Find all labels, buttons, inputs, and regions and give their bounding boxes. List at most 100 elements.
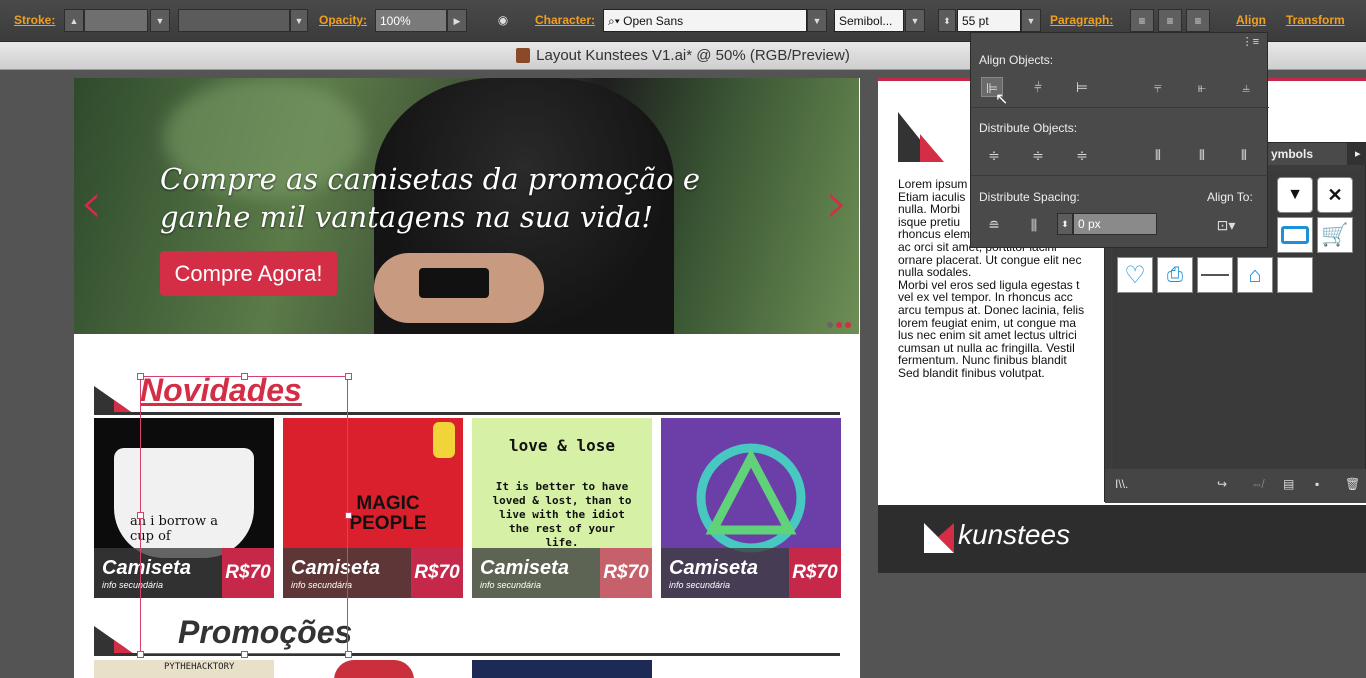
- font-size-stepper[interactable]: ⬍: [938, 9, 956, 32]
- product-info: info secundária: [669, 580, 731, 590]
- home-icon[interactable]: ⌂: [1237, 257, 1273, 293]
- carousel-dots[interactable]: [827, 322, 851, 328]
- distribute-right-icon[interactable]: ⫴: [1233, 145, 1255, 165]
- align-bottom-edge-icon[interactable]: ⫨: [1235, 77, 1257, 97]
- align-objects-label: Align Objects:: [979, 53, 1054, 67]
- panel-divider: [971, 107, 1269, 108]
- symbols-footer: [1105, 469, 1366, 503]
- selection-handle[interactable]: [345, 651, 352, 658]
- divider-symbol[interactable]: [1197, 257, 1233, 293]
- hero-headline[interactable]: Compre as camisetas da promoção e ganhe …: [160, 160, 700, 236]
- font-size-field[interactable]: 55 pt: [957, 9, 1021, 32]
- close-icon[interactable]: ✕: [1317, 177, 1353, 213]
- paragraph-label[interactable]: Paragraph:: [1050, 9, 1113, 32]
- product-card[interactable]: love & lose It is better to have loved &…: [472, 418, 652, 598]
- symbol-options-icon[interactable]: ▤: [1283, 477, 1294, 491]
- align-center-icon[interactable]: ≡: [1158, 9, 1182, 32]
- heart-add-icon[interactable]: ♡: [1117, 257, 1153, 293]
- selection-handle[interactable]: [345, 512, 352, 519]
- blank-symbol[interactable]: [1277, 257, 1313, 293]
- chevron-down-icon[interactable]: ▼: [150, 9, 170, 32]
- selection-bounding-box[interactable]: [140, 376, 348, 654]
- stroke-label[interactable]: Stroke:: [14, 9, 55, 32]
- distribute-left-icon[interactable]: ⫴: [1147, 145, 1169, 165]
- align-right-icon[interactable]: ≡: [1186, 9, 1210, 32]
- font-family-field[interactable]: ⌕▾ Open Sans: [603, 9, 807, 32]
- main-artboard[interactable]: Compre as camisetas da promoção e ganhe …: [74, 78, 860, 678]
- align-to-label: Align To:: [1207, 190, 1253, 204]
- chevron-down-icon[interactable]: ▼: [290, 9, 308, 32]
- distribute-spacing-label: Distribute Spacing:: [979, 190, 1080, 204]
- panel-menu-icon[interactable]: ⋮≡: [1242, 35, 1259, 48]
- chevron-down-icon[interactable]: ▼: [1277, 177, 1313, 213]
- hero-headline-line2: ganhe mil vantagens na sua vida!: [160, 200, 654, 234]
- trash-icon[interactable]: 🗑: [1345, 477, 1360, 491]
- align-panel: ⋮≡ Align Objects: ⊫ ⫩ ⊨ ⫧ ⫦ ⫨ ↖ Distribu…: [970, 32, 1269, 248]
- distribute-vertical-space-icon[interactable]: ≘: [983, 215, 1005, 235]
- opacity-field[interactable]: 100%: [375, 9, 447, 32]
- spacing-stepper[interactable]: ⬍: [1057, 213, 1073, 235]
- align-vertical-center-icon[interactable]: ⫦: [1191, 77, 1213, 97]
- align-horizontal-center-icon[interactable]: ⫩: [1027, 77, 1049, 97]
- align-top-edge-icon[interactable]: ⫧: [1147, 77, 1169, 97]
- distribute-vertical-center-icon[interactable]: ≑: [1027, 145, 1049, 165]
- panel-menu-icon[interactable]: ▸: [1355, 147, 1361, 160]
- distribute-top-icon[interactable]: ≑: [983, 145, 1005, 165]
- selection-handle[interactable]: [241, 651, 248, 658]
- product-card[interactable]: Camiseta info secundária R$70: [661, 418, 841, 598]
- align-right-edge-icon[interactable]: ⊨: [1071, 77, 1093, 97]
- carousel-dot[interactable]: [827, 322, 833, 328]
- symbol-libraries-icon[interactable]: I\\.: [1115, 477, 1128, 491]
- product-info: info secundária: [480, 580, 542, 590]
- hero-headline-line1: Compre as camisetas da promoção e: [160, 162, 701, 196]
- selection-handle[interactable]: [241, 373, 248, 380]
- compre-agora-button[interactable]: Compre Agora!: [160, 251, 337, 296]
- carousel-dot[interactable]: [845, 322, 851, 328]
- chevron-left-icon[interactable]: ‹: [80, 174, 102, 234]
- opacity-label[interactable]: Opacity:: [319, 9, 367, 32]
- document-title: Layout Kunstees V1.ai* @ 50% (RGB/Previe…: [536, 47, 850, 64]
- distribute-horizontal-space-icon[interactable]: ⫼: [1023, 215, 1045, 235]
- symbols-tab[interactable]: ymbols: [1267, 143, 1347, 165]
- distribute-bottom-icon[interactable]: ≑: [1071, 145, 1093, 165]
- recolor-icon[interactable]: ◉: [492, 9, 514, 32]
- character-label[interactable]: Character:: [535, 9, 595, 32]
- carousel-dot[interactable]: [836, 322, 842, 328]
- font-style-field[interactable]: Semibol...: [834, 9, 904, 32]
- selection-handle[interactable]: [345, 373, 352, 380]
- hero-photo-phone: [419, 268, 489, 298]
- chevron-down-icon[interactable]: ▼: [1021, 9, 1041, 32]
- break-link-icon[interactable]: ⇎: [1251, 477, 1263, 491]
- ai-file-icon: [516, 48, 531, 63]
- section-triangle-accent-icon: [114, 640, 134, 654]
- transform-link[interactable]: Transform: [1286, 9, 1345, 32]
- opacity-arrow-icon[interactable]: ▶: [447, 9, 467, 32]
- product-name: Camiseta: [669, 557, 758, 579]
- selection-handle[interactable]: [137, 373, 144, 380]
- chevron-down-icon[interactable]: ▼: [807, 9, 827, 32]
- align-link[interactable]: Align: [1236, 9, 1266, 32]
- align-left-icon[interactable]: ≡: [1130, 9, 1154, 32]
- print-icon[interactable]: ⎙: [1157, 257, 1193, 293]
- stroke-stepper[interactable]: ▲: [64, 9, 84, 32]
- place-symbol-icon[interactable]: ↪: [1217, 477, 1227, 491]
- distribute-horizontal-center-icon[interactable]: ⫴: [1191, 145, 1213, 165]
- new-symbol-icon[interactable]: ▪: [1315, 477, 1319, 491]
- promo-thumb[interactable]: PYTHEHACKTORY: [94, 660, 274, 678]
- promo-thumb[interactable]: [334, 660, 414, 678]
- selection-handle[interactable]: [137, 651, 144, 658]
- illustrator-window: Stroke: ▲ ▼ ▼ Opacity: 100% ▶ ◉ Characte…: [0, 0, 1366, 678]
- spacing-input[interactable]: 0 px: [1073, 213, 1157, 235]
- chevron-right-icon[interactable]: ›: [826, 174, 848, 234]
- font-family-value: Open Sans: [623, 14, 684, 28]
- selection-handle[interactable]: [137, 512, 144, 519]
- variable-width-field[interactable]: [178, 9, 290, 32]
- align-to-selection-icon[interactable]: ⊡▾: [1209, 215, 1243, 235]
- card-icon[interactable]: [1277, 217, 1313, 253]
- cart-icon[interactable]: 🛒: [1317, 217, 1353, 253]
- product-price: R$70: [411, 548, 463, 598]
- chevron-down-icon[interactable]: ▼: [905, 9, 925, 32]
- stroke-weight-field[interactable]: [84, 9, 148, 32]
- kunstees-logo: kunstees: [958, 519, 1071, 550]
- promo-thumb[interactable]: [472, 660, 652, 678]
